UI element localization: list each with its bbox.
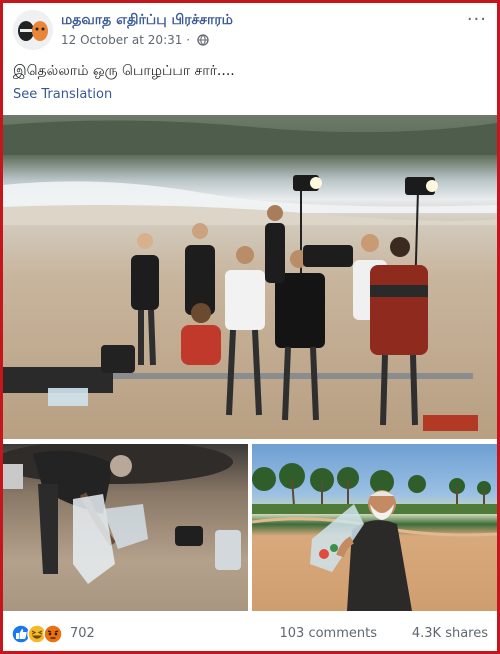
man-picking-litter-photo[interactable] — [3, 444, 248, 611]
shares-count-link[interactable]: 4.3K shares — [412, 626, 488, 641]
film-crew-beach-photo[interactable] — [3, 115, 497, 439]
reaction-icons[interactable] — [11, 624, 71, 644]
avatar-icon — [13, 10, 53, 50]
meta-separator: · — [186, 33, 191, 47]
see-translation-link[interactable]: See Translation — [13, 87, 112, 102]
reaction-count[interactable]: 702 — [70, 626, 95, 641]
angry-icon — [43, 624, 63, 644]
page-avatar[interactable] — [13, 10, 53, 50]
post-text: இதெல்லாம் ஒரு பொழப்பா சார்.... — [13, 63, 235, 79]
post-card: மதவாத எதிர்ப்பு பிரச்சாரம் 12 October at… — [3, 3, 497, 651]
post-meta: 12 October at 20:31 · — [61, 33, 209, 49]
post-footer: 702 103 comments 4.3K shares — [3, 615, 497, 651]
page-name[interactable]: மதவாத எதிர்ப்பு பிரச்சாரம் — [61, 12, 233, 30]
globe-icon — [197, 34, 209, 49]
more-options-icon[interactable]: ··· — [467, 9, 487, 30]
man-holding-plastic-bag-photo[interactable] — [252, 444, 497, 611]
comments-count-link[interactable]: 103 comments — [280, 626, 377, 641]
post-header: மதவாத எதிர்ப்பு பிரச்சாரம் 12 October at… — [3, 3, 497, 53]
post-timestamp[interactable]: 12 October at 20:31 — [61, 33, 182, 47]
